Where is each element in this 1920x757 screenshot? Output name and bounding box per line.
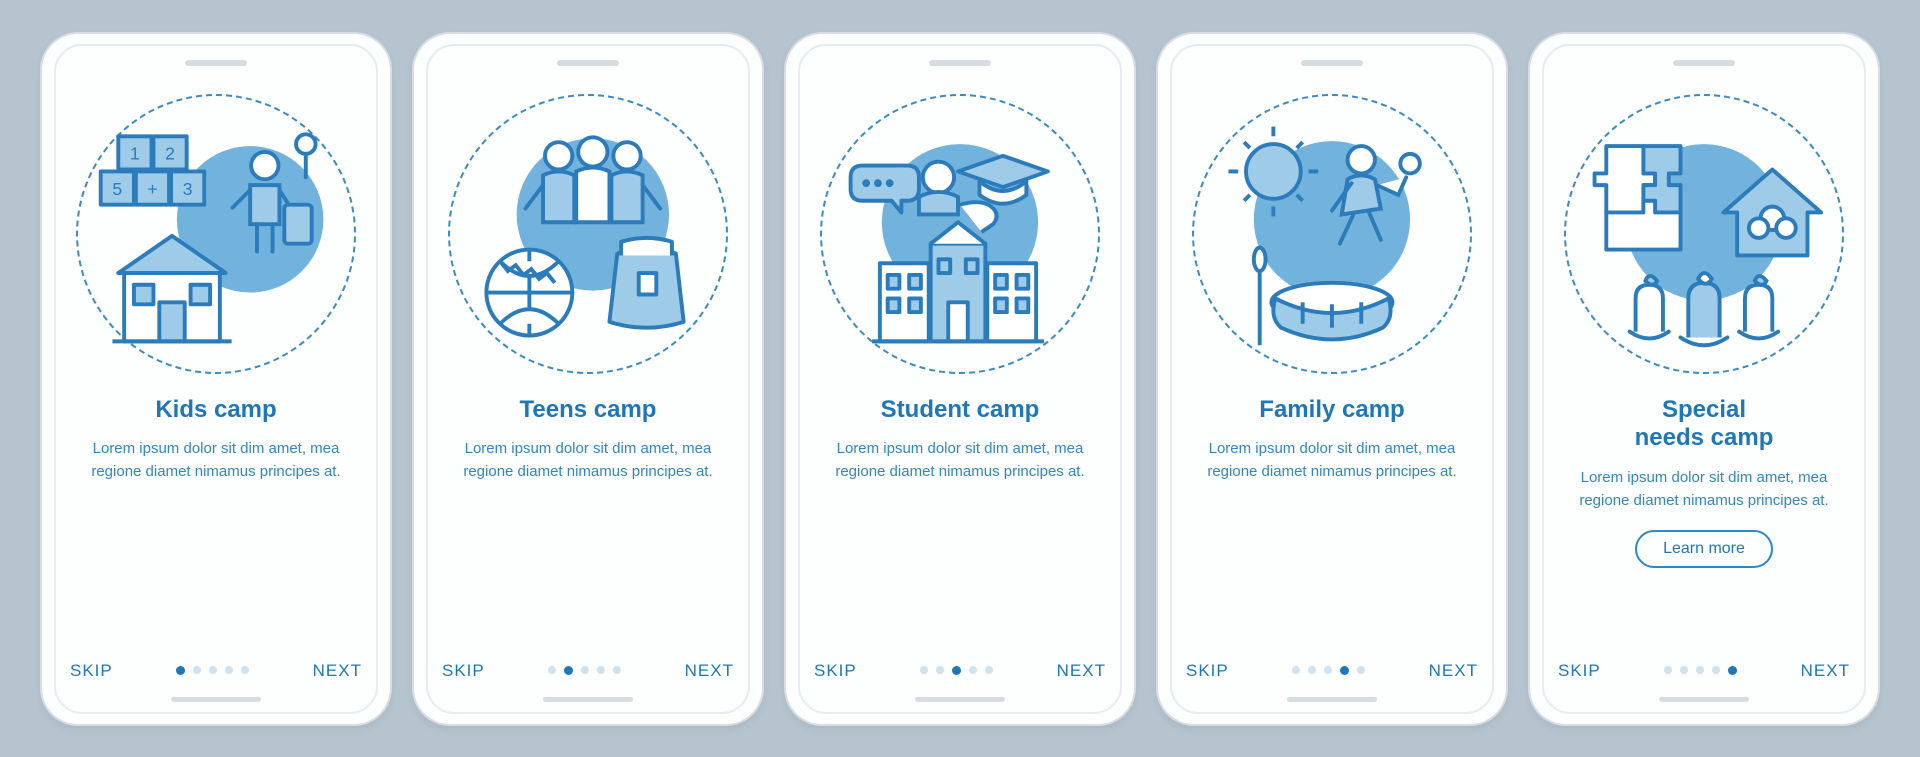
next-button[interactable]: NEXT — [1057, 661, 1106, 681]
screen-description: Lorem ipsum dolor sit dim amet, mea regi… — [806, 438, 1114, 483]
page-dot[interactable] — [952, 666, 961, 675]
page-indicator — [920, 666, 993, 675]
next-button[interactable]: NEXT — [1801, 661, 1850, 681]
svg-text:1: 1 — [130, 143, 140, 163]
page-dot[interactable] — [969, 666, 977, 674]
onboarding-nav: SKIP NEXT — [1178, 655, 1486, 685]
phone-speaker — [929, 60, 991, 66]
page-dot[interactable] — [597, 666, 605, 674]
special-illustration-icon — [1564, 94, 1844, 374]
page-dot[interactable] — [225, 666, 233, 674]
page-dot[interactable] — [1292, 666, 1300, 674]
screen-description: Lorem ipsum dolor sit dim amet, mea regi… — [62, 438, 370, 483]
skip-button[interactable]: SKIP — [814, 661, 857, 681]
teens-illustration-icon — [448, 94, 728, 374]
skip-button[interactable]: SKIP — [1558, 661, 1601, 681]
svg-text:5: 5 — [112, 178, 122, 198]
onboarding-nav: SKIP NEXT — [1550, 655, 1858, 685]
onboarding-screen: Teens camp Lorem ipsum dolor sit dim ame… — [414, 34, 762, 724]
page-dot[interactable] — [209, 666, 217, 674]
home-indicator — [915, 697, 1005, 702]
kids-illustration-icon: 1 2 5 + 3 — [76, 94, 356, 374]
page-dot[interactable] — [613, 666, 621, 674]
page-dot[interactable] — [241, 666, 249, 674]
page-indicator — [1664, 666, 1737, 675]
onboarding-screen: 1 2 5 + 3 Kids camp Lorem ipsum dolor si… — [42, 34, 390, 724]
page-indicator — [1292, 666, 1365, 675]
svg-text:2: 2 — [165, 143, 175, 163]
screen-description: Lorem ipsum dolor sit dim amet, mea regi… — [434, 438, 742, 483]
family-illustration-icon — [1192, 94, 1472, 374]
onboarding-nav: SKIP NEXT — [62, 655, 370, 685]
screen-title: Kids camp — [62, 396, 370, 425]
page-dot[interactable] — [985, 666, 993, 674]
home-indicator — [171, 697, 261, 702]
page-dot[interactable] — [1680, 666, 1688, 674]
phone-speaker — [557, 60, 619, 66]
page-dot[interactable] — [1712, 666, 1720, 674]
page-dot[interactable] — [920, 666, 928, 674]
screen-title: Family camp — [1178, 396, 1486, 425]
page-dot[interactable] — [548, 666, 556, 674]
svg-text:+: + — [147, 178, 157, 198]
page-dot[interactable] — [1696, 666, 1704, 674]
next-button[interactable]: NEXT — [685, 661, 734, 681]
page-dot[interactable] — [1324, 666, 1332, 674]
svg-text:3: 3 — [183, 178, 193, 198]
learn-more-button[interactable]: Learn more — [1635, 530, 1773, 568]
onboarding-screen: Family camp Lorem ipsum dolor sit dim am… — [1158, 34, 1506, 724]
screen-title: Teens camp — [434, 396, 742, 425]
phone-speaker — [185, 60, 247, 66]
page-dot[interactable] — [1357, 666, 1365, 674]
page-dot[interactable] — [581, 666, 589, 674]
next-button[interactable]: NEXT — [1429, 661, 1478, 681]
page-indicator — [548, 666, 621, 675]
page-dot[interactable] — [1664, 666, 1672, 674]
phone-speaker — [1301, 60, 1363, 66]
onboarding-screen: Student camp Lorem ipsum dolor sit dim a… — [786, 34, 1134, 724]
student-illustration-icon — [820, 94, 1100, 374]
onboarding-nav: SKIP NEXT — [806, 655, 1114, 685]
page-dot[interactable] — [193, 666, 201, 674]
page-dot[interactable] — [176, 666, 185, 675]
home-indicator — [1659, 697, 1749, 702]
screen-description: Lorem ipsum dolor sit dim amet, mea regi… — [1550, 467, 1858, 512]
skip-button[interactable]: SKIP — [442, 661, 485, 681]
page-dot[interactable] — [936, 666, 944, 674]
next-button[interactable]: NEXT — [313, 661, 362, 681]
page-dot[interactable] — [564, 666, 573, 675]
home-indicator — [1287, 697, 1377, 702]
onboarding-nav: SKIP NEXT — [434, 655, 742, 685]
page-dot[interactable] — [1728, 666, 1737, 675]
skip-button[interactable]: SKIP — [70, 661, 113, 681]
skip-button[interactable]: SKIP — [1186, 661, 1229, 681]
home-indicator — [543, 697, 633, 702]
phone-speaker — [1673, 60, 1735, 66]
screen-title: Special needs camp — [1550, 396, 1858, 454]
page-indicator — [176, 666, 249, 675]
onboarding-screen: Special needs camp Lorem ipsum dolor sit… — [1530, 34, 1878, 724]
screen-description: Lorem ipsum dolor sit dim amet, mea regi… — [1178, 438, 1486, 483]
page-dot[interactable] — [1340, 666, 1349, 675]
page-dot[interactable] — [1308, 666, 1316, 674]
screen-title: Student camp — [806, 396, 1114, 425]
